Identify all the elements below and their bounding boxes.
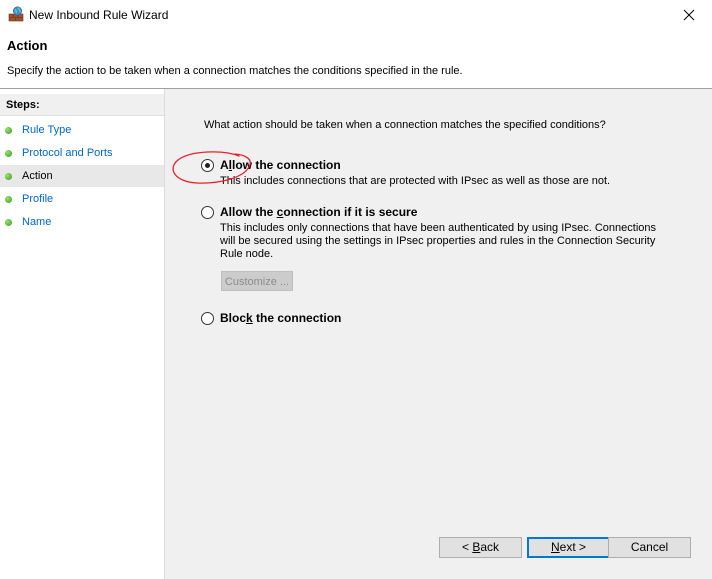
steps-heading: Steps:: [0, 94, 164, 116]
allow-if-secure-radio[interactable]: [201, 206, 214, 219]
step-status-dot-icon: [5, 150, 12, 157]
action-panel: What action should be taken when a conne…: [165, 89, 712, 579]
steps-sidebar: Steps: Rule Type Protocol and Ports Acti…: [0, 89, 165, 579]
close-button[interactable]: [666, 0, 712, 30]
step-status-dot-icon: [5, 196, 12, 203]
wizard-header: Action Specify the action to be taken wh…: [0, 30, 712, 88]
step-rule-type[interactable]: Rule Type: [0, 119, 164, 141]
cancel-button[interactable]: Cancel: [608, 537, 691, 558]
step-label: Name: [22, 216, 52, 228]
step-protocol-and-ports[interactable]: Protocol and Ports: [0, 142, 164, 164]
allow-if-secure-description: This includes only connections that have…: [220, 222, 656, 260]
step-status-dot-icon: [5, 219, 12, 226]
step-label: Rule Type: [22, 124, 72, 136]
block-radio[interactable]: [201, 312, 214, 325]
next-button[interactable]: Next >: [527, 537, 610, 558]
firewall-wizard-icon: [8, 6, 24, 22]
customize-button[interactable]: Customize ...: [221, 271, 293, 291]
step-status-dot-icon: [5, 173, 12, 180]
step-profile[interactable]: Profile: [0, 188, 164, 210]
step-label: Action: [22, 170, 53, 182]
step-label: Profile: [22, 193, 54, 205]
page-subtitle: Specify the action to be taken when a co…: [7, 65, 463, 77]
step-action[interactable]: Action: [0, 165, 164, 187]
allow-if-secure-label[interactable]: Allow the connection if it is secure: [220, 205, 417, 219]
close-icon: [683, 9, 695, 21]
block-label[interactable]: Block the connection: [220, 311, 341, 325]
annotation-circle: [172, 151, 251, 184]
allow-description: This includes connections that are prote…: [220, 175, 611, 187]
step-status-dot-icon: [5, 127, 12, 134]
back-button[interactable]: < Back: [439, 537, 522, 558]
step-name[interactable]: Name: [0, 211, 164, 233]
window-title: New Inbound Rule Wizard: [29, 8, 169, 22]
step-label: Protocol and Ports: [22, 147, 113, 159]
action-question: What action should be taken when a conne…: [204, 119, 606, 131]
page-title: Action: [7, 38, 48, 53]
title-bar: New Inbound Rule Wizard: [0, 0, 712, 30]
